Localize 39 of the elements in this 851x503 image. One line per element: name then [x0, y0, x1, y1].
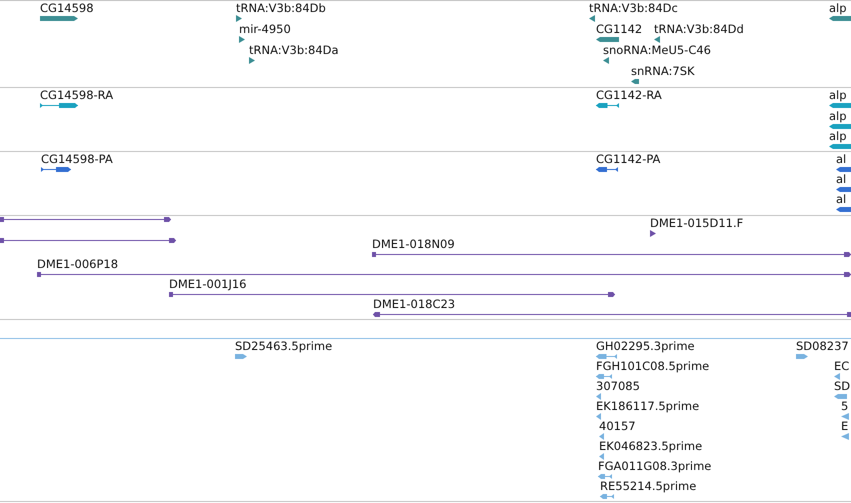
feature-label: DME1-018C23 [373, 297, 456, 311]
feature-label: DME1-006P18 [37, 257, 118, 271]
feature-label: CG14598 [40, 1, 94, 15]
feature-label: CG14598-PA [41, 152, 113, 166]
feature-label: FGA011G08.3prime [598, 459, 712, 473]
feature-label: mir-4950 [239, 22, 291, 36]
feature-label: alp [829, 129, 847, 143]
feature-label: SD25463.5prime [235, 339, 332, 353]
feature-label: snRNA:7SK [631, 64, 695, 78]
feature-label: snoRNA:MeU5-C46 [603, 43, 711, 57]
feature-label: DME1-001J16 [169, 277, 246, 291]
feature-label: tRNA:V3b:84Dc [589, 1, 678, 15]
feature-label: RE55214.5prime [600, 479, 696, 493]
feature-label: alp [829, 109, 847, 123]
feature-label: CG14598-RA [40, 88, 114, 102]
feature-label: 40157 [599, 419, 636, 433]
feature-label: FGH101C08.5prime [596, 359, 710, 373]
feature-label: tRNA:V3b:84Dd [654, 22, 744, 36]
feature-label: SD [834, 379, 850, 393]
feature-label: CG1142 [596, 22, 642, 36]
feature-label: al [836, 192, 846, 206]
feature-label: 5 [841, 399, 848, 413]
feature-label: DME1-015D11.F [650, 216, 744, 230]
feature-label: 307085 [596, 379, 640, 393]
feature-label: al [836, 172, 846, 186]
feature-label: CG1142-PA [596, 152, 660, 166]
feature-label: CG1142-RA [596, 88, 662, 102]
feature-label: EK186117.5prime [596, 399, 700, 413]
feature-label: tRNA:V3b:84Db [236, 1, 326, 15]
feature-label: al [836, 152, 846, 166]
feature-label: SD08237 [796, 339, 849, 353]
feature-label: tRNA:V3b:84Da [249, 43, 339, 57]
feature-label: alp [829, 1, 847, 15]
feature-label: alp [829, 88, 847, 102]
feature-label: E [841, 419, 848, 433]
feature-label: GH02295.3prime [596, 339, 695, 353]
feature-label: DME1-018N09 [372, 237, 455, 251]
feature-label: EK046823.5prime [599, 439, 702, 453]
feature-label: EC [834, 359, 850, 373]
